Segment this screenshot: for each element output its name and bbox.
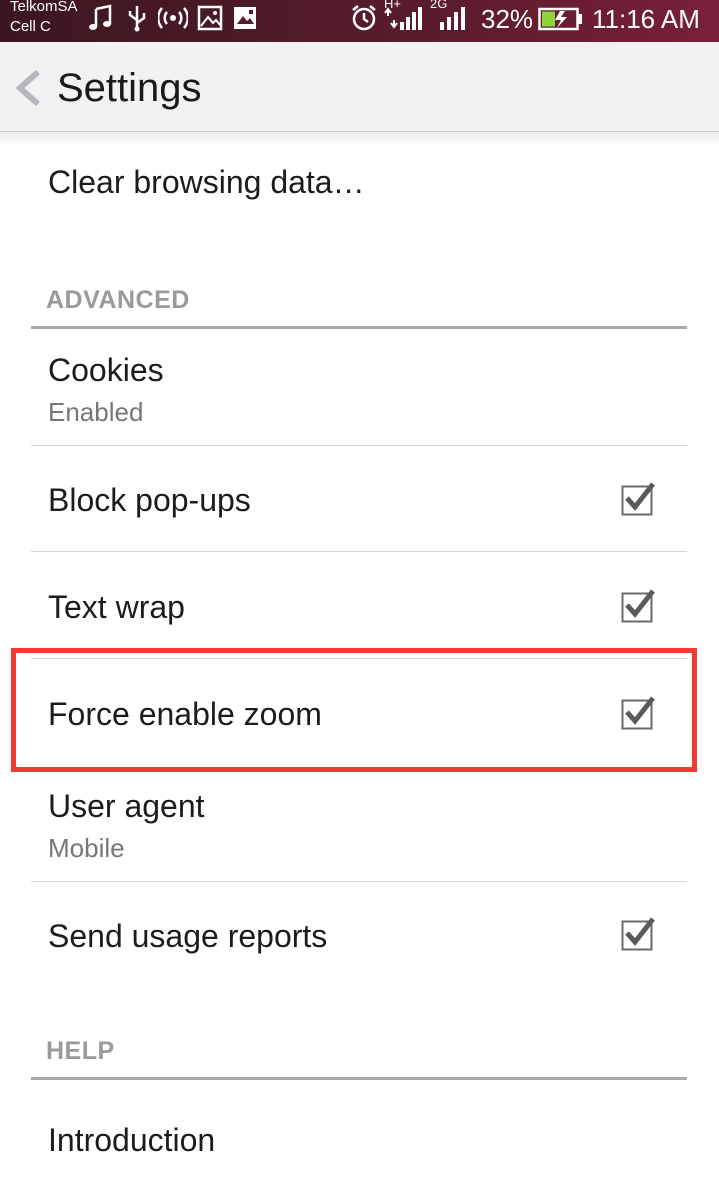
send-usage-reports-checkbox[interactable] [621, 917, 655, 951]
cookies-item[interactable]: Cookies [48, 351, 164, 389]
section-divider [31, 326, 687, 329]
cookies-summary: Enabled [48, 397, 144, 427]
introduction-item[interactable]: Introduction [48, 1121, 215, 1159]
gallery-icon [234, 7, 256, 29]
user-agent-item[interactable]: User agent [48, 787, 205, 825]
carrier-1: TelkomSA [10, 0, 78, 15]
usb-icon [128, 6, 146, 32]
block-popups-item[interactable]: Block pop-ups [48, 481, 251, 519]
section-header-advanced: ADVANCED [46, 286, 190, 314]
list-divider [31, 445, 687, 446]
carrier-2: Cell C [10, 18, 51, 35]
image-icon [197, 5, 223, 31]
music-icon [89, 4, 112, 30]
alarm-icon [352, 5, 376, 31]
battery-percent: 32% [481, 4, 534, 34]
hotspot-icon [158, 7, 188, 29]
action-bar-shadow [0, 132, 719, 146]
clear-browsing-data-item[interactable]: Clear browsing data… [48, 163, 365, 201]
status-bar: TelkomSA Cell C H+ 2G 32% 11:16 AM [0, 0, 719, 42]
page-title: Settings [57, 66, 202, 110]
user-agent-summary: Mobile [48, 833, 125, 863]
highlight-annotation [11, 648, 697, 772]
section-header-help: HELP [46, 1037, 115, 1065]
text-wrap-item[interactable]: Text wrap [48, 588, 185, 626]
clock: 11:16 AM [592, 4, 700, 34]
back-icon[interactable] [14, 69, 42, 107]
signal-icon [384, 7, 422, 30]
action-bar: Settings [0, 42, 719, 132]
battery-charging-icon [538, 7, 582, 31]
send-usage-reports-item[interactable]: Send usage reports [48, 917, 327, 955]
carrier-labels: TelkomSA Cell C [10, 0, 78, 37]
signal-icon-2 [440, 7, 465, 30]
block-popups-checkbox[interactable] [621, 482, 655, 516]
list-divider [31, 551, 687, 552]
text-wrap-checkbox[interactable] [621, 589, 655, 623]
list-divider [31, 881, 687, 882]
section-divider [31, 1077, 687, 1080]
